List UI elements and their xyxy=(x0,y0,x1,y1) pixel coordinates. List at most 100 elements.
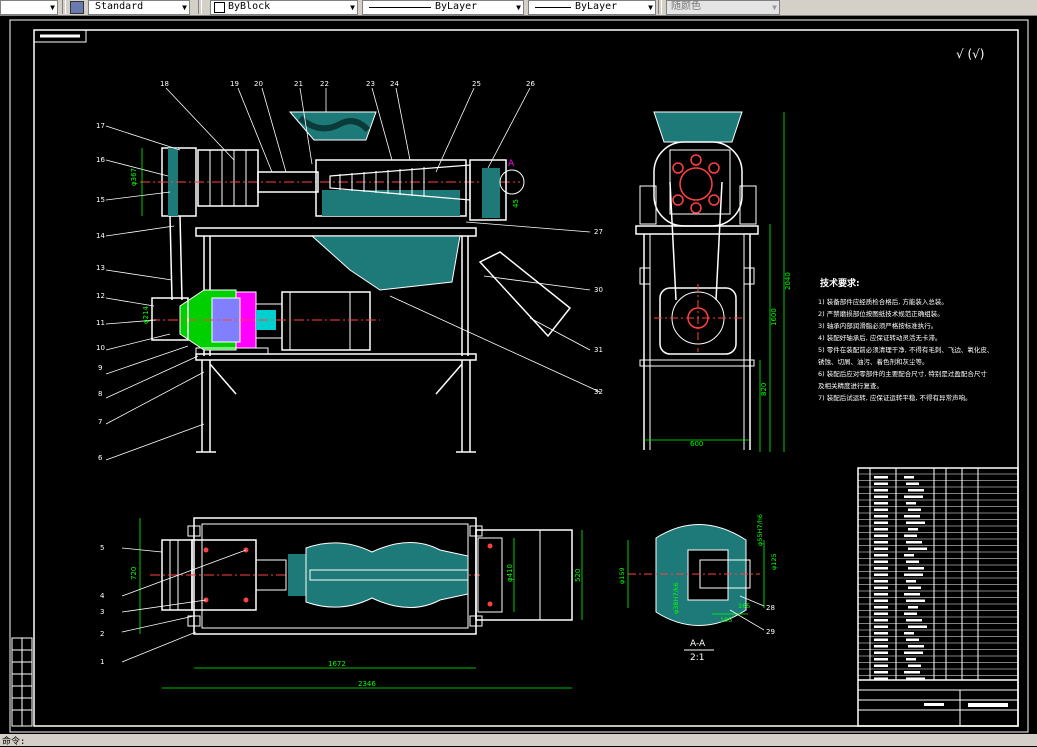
plotstyle-control-select[interactable]: 随颜色 ▼ xyxy=(666,0,780,15)
linetype-preview-icon xyxy=(369,7,431,8)
part-label: 6 xyxy=(98,454,103,462)
bom-code-cell xyxy=(874,573,888,576)
part-label: 3 xyxy=(100,608,104,616)
part-label: 7 xyxy=(98,418,102,426)
bom-code-cell xyxy=(874,671,888,674)
bom-code-cell xyxy=(874,541,888,544)
dimension-text: 45 xyxy=(512,199,520,208)
toolbar-separator xyxy=(198,0,202,14)
bom-code-cell xyxy=(874,606,888,609)
bom-name-cell xyxy=(904,554,914,557)
bom-name-cell xyxy=(904,476,914,479)
bom-name-cell xyxy=(906,580,916,583)
toolbar-separator xyxy=(62,0,66,14)
bom-name-cell xyxy=(908,508,921,511)
bom-code-cell xyxy=(874,677,888,680)
bom-name-cell xyxy=(904,495,923,498)
chevron-down-icon: ▼ xyxy=(516,3,521,12)
part-label: 31 xyxy=(594,346,603,354)
part-label: 13 xyxy=(96,264,105,272)
bom-name-cell xyxy=(906,521,925,524)
bom-name-cell xyxy=(904,534,917,537)
drawing-canvas[interactable]: √ (√) 17 16 15 14 13 12 11 10 9 8 7 6 18… xyxy=(0,16,1037,746)
bom-code-cell xyxy=(874,599,888,602)
dimension-text: 1672 xyxy=(328,660,346,668)
part-label: 19 xyxy=(230,80,239,88)
prev-dropdown[interactable]: ▼ xyxy=(0,0,58,15)
dimension-text: 720 xyxy=(130,567,138,580)
bom-code-cell xyxy=(874,658,888,661)
bom-name-cell xyxy=(906,677,925,680)
bom-name-cell xyxy=(908,547,927,550)
dimension-text: 600 xyxy=(690,440,703,448)
part-label: 24 xyxy=(390,80,399,88)
bom-code-cell xyxy=(874,502,888,505)
part-label: 26 xyxy=(526,80,535,88)
bom-name-cell xyxy=(908,606,918,609)
part-label: 25 xyxy=(472,80,481,88)
part-label: 27 xyxy=(594,228,603,236)
bom-code-cell xyxy=(874,482,888,485)
dimension-text: 2346 xyxy=(358,680,376,688)
bom-code-cell xyxy=(874,593,888,596)
chevron-down-icon: ▼ xyxy=(50,3,55,12)
text-style-icon[interactable] xyxy=(70,1,84,14)
section-scale: 2:1 xyxy=(690,653,704,663)
roughness-symbol: √ (√) xyxy=(956,47,984,61)
tech-line: 5) 零件在装配前必须清理干净, 不得有毛刺、飞边、氧化皮、 xyxy=(818,345,993,354)
command-line[interactable]: 命令: xyxy=(0,734,1037,747)
bom-name-cell xyxy=(904,671,920,674)
tech-line: 3) 轴承内部润滑脂必须严格按标准执行。 xyxy=(818,321,937,330)
linetype-control-select[interactable]: ByLayer ▼ xyxy=(362,0,524,15)
bom-name-cell xyxy=(908,645,924,648)
lineweight-control-select[interactable]: ByLayer ▼ xyxy=(528,0,656,15)
bom-code-cell xyxy=(874,651,888,654)
bom-name-cell xyxy=(906,541,922,544)
part-label: 11 xyxy=(96,319,105,327)
bom-code-cell xyxy=(874,567,888,570)
bom-name-cell xyxy=(908,586,921,589)
bom-code-cell xyxy=(874,560,888,563)
part-label: 15 xyxy=(96,196,105,204)
bom-name-cell xyxy=(906,638,919,641)
bom-name-cell xyxy=(904,593,920,596)
bom-code-cell xyxy=(874,515,888,518)
bom-code-cell xyxy=(874,554,888,557)
dimension-text: 105 xyxy=(720,616,732,624)
section-label: A-A xyxy=(690,639,706,649)
dimension-text: φ410 xyxy=(506,564,514,582)
bom-name-cell xyxy=(906,599,925,602)
part-label: 2 xyxy=(100,630,104,638)
part-label: 32 xyxy=(594,388,603,396)
dimension-text: 1600 xyxy=(770,308,778,326)
dimension-text: φ367 xyxy=(130,168,138,186)
dimension-text: 520 xyxy=(574,569,582,582)
bom-name-cell xyxy=(906,502,916,505)
part-label: 21 xyxy=(294,80,303,88)
bom-table xyxy=(858,473,1018,680)
part-label: 4 xyxy=(100,592,105,600)
bom-name-cell xyxy=(904,632,914,635)
part-label: 14 xyxy=(96,232,105,240)
color-swatch-icon xyxy=(214,2,225,13)
left-margin-table xyxy=(11,637,33,727)
text-style-select[interactable]: Standard ▼ xyxy=(88,0,190,15)
chevron-down-icon: ▼ xyxy=(772,3,777,12)
part-label: 5 xyxy=(100,544,104,552)
lineweight-preview-icon xyxy=(535,7,571,8)
bom-name-cell xyxy=(904,515,920,518)
bom-code-cell xyxy=(874,619,888,622)
color-control-select[interactable]: ByBlock ▼ xyxy=(210,0,358,15)
plan-view: 720 1672 2346 φ410 520 5 4 3 2 1 xyxy=(100,517,583,689)
bom-name-cell xyxy=(906,658,916,661)
bom-code-cell xyxy=(874,645,888,648)
bom-code-cell xyxy=(874,476,888,479)
technical-requirements: 技术要求: 1) 装备部件应经质检合格后, 方能装入总装。 2) 严禁磨损部位按… xyxy=(818,277,993,402)
front-view xyxy=(140,111,572,453)
part-label: 16 xyxy=(96,156,105,164)
toolbar-separator xyxy=(658,0,662,14)
bom-code-cell xyxy=(874,547,888,550)
tech-title: 技术要求: xyxy=(820,277,860,289)
side-view: 2040 1600 820 600 xyxy=(635,111,792,452)
bom-code-cell xyxy=(874,586,888,589)
